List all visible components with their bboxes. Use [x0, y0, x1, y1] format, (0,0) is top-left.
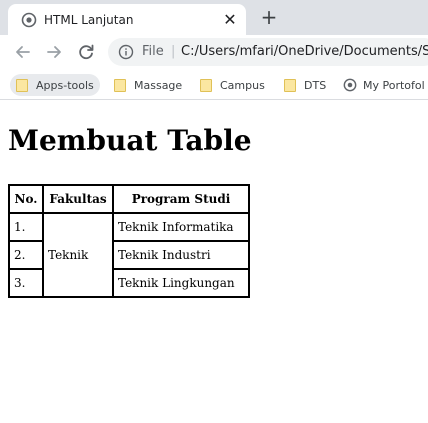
tab-strip: HTML Lanjutan ✕ +: [0, 0, 428, 35]
browser-toolbar: File | C:/Users/mfari/OneDrive/Documents…: [0, 35, 428, 69]
new-tab-button[interactable]: +: [258, 6, 280, 28]
address-bar[interactable]: File | C:/Users/mfari/OneDrive/Documents…: [108, 38, 428, 66]
tab-html-lanjutan[interactable]: HTML Lanjutan ✕: [8, 4, 246, 35]
cell-program: Teknik Lingkungan: [112, 268, 250, 298]
bookmark-apps-tools[interactable]: Apps-tools: [10, 74, 100, 96]
globe-icon: [21, 12, 37, 28]
tab-title: HTML Lanjutan: [44, 13, 134, 27]
table-header-row: No. Fakultas Program Studi: [8, 184, 250, 214]
info-icon[interactable]: [118, 44, 134, 60]
url-scheme: File: [142, 44, 164, 59]
bookmark-label: DTS: [304, 78, 327, 92]
arrow-left-icon[interactable]: [12, 41, 34, 63]
globe-icon: [343, 78, 357, 92]
page-title: Membuat Table: [8, 124, 252, 157]
cell-no: 2.: [8, 240, 44, 270]
header-fakultas: Fakultas: [42, 184, 114, 214]
reload-icon[interactable]: [75, 41, 97, 63]
bookmark-label: Apps-tools: [36, 78, 94, 92]
bookmark-massage[interactable]: Massage: [114, 74, 182, 96]
url-text[interactable]: C:/Users/mfari/OneDrive/Documents/Se: [181, 44, 428, 60]
close-tab-icon[interactable]: ✕: [221, 11, 239, 29]
program-table: No. Fakultas Program Studi 1. Teknik Tek…: [8, 184, 250, 298]
header-no: No.: [8, 184, 44, 214]
page-content: Membuat Table No. Fakultas Program Studi…: [0, 101, 428, 423]
bookmark-label: Massage: [134, 78, 183, 92]
cell-program: Teknik Informatika: [112, 212, 250, 242]
arrow-right-icon[interactable]: [43, 41, 65, 63]
cell-program: Teknik Industri: [112, 240, 250, 270]
folder-icon: [16, 78, 28, 92]
bookmark-label: My Portofol: [363, 78, 425, 92]
bookmark-dts[interactable]: DTS: [284, 74, 326, 96]
header-program-studi: Program Studi: [112, 184, 250, 214]
folder-icon: [114, 78, 126, 92]
folder-icon: [284, 78, 296, 92]
bookmark-campus[interactable]: Campus: [200, 74, 265, 96]
folder-icon: [200, 78, 212, 92]
url-separator: |: [171, 44, 176, 59]
bookmark-label: Campus: [220, 78, 265, 92]
table-row: 1. Teknik Teknik Informatika: [8, 212, 250, 298]
bookmarks-bar: Apps-tools Massage Campus DTS My Portofo…: [0, 69, 428, 100]
cell-fakultas-merged: Teknik: [42, 212, 114, 298]
bookmark-my-portofolio[interactable]: My Portofol: [343, 74, 425, 96]
cell-no: 1.: [8, 212, 44, 242]
cell-no: 3.: [8, 268, 44, 298]
